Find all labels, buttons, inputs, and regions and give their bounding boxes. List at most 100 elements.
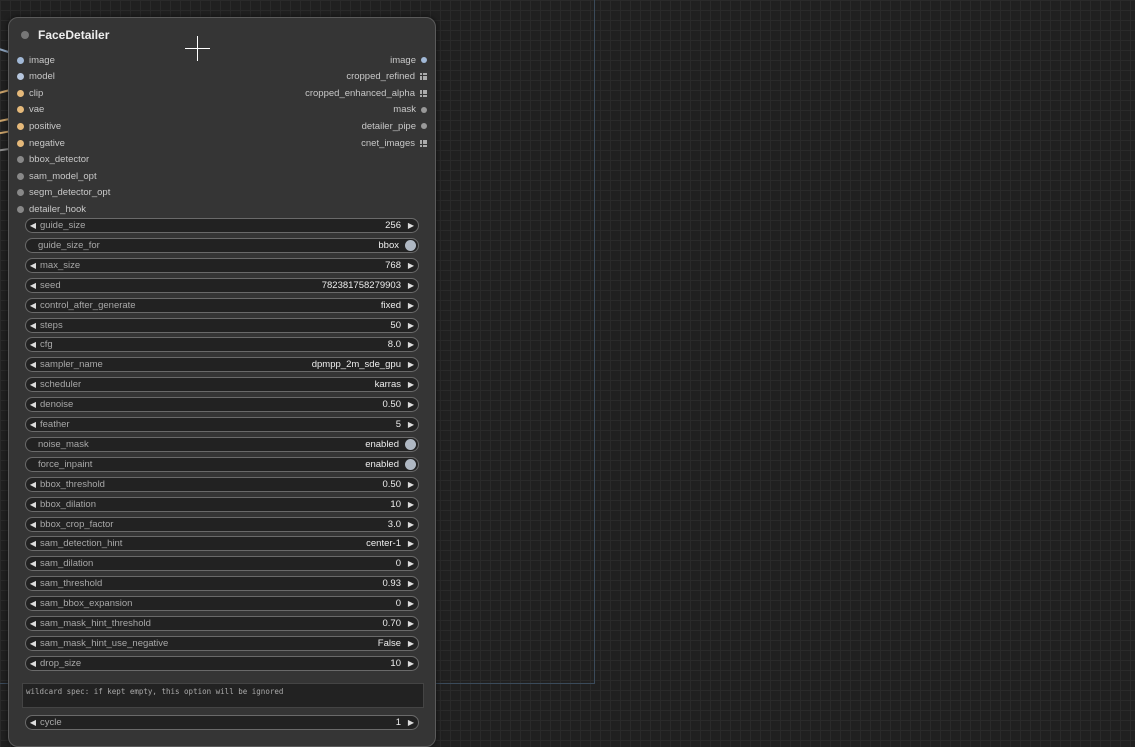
- decrement-arrow-icon[interactable]: ◀: [26, 400, 40, 409]
- node-title-bar[interactable]: FaceDetailer: [9, 18, 435, 52]
- input-slot-bbox-detector[interactable]: bbox_detector: [17, 152, 89, 168]
- increment-arrow-icon[interactable]: ▶: [404, 599, 418, 608]
- input-connector-icon[interactable]: [17, 122, 24, 130]
- decrement-arrow-icon[interactable]: ◀: [26, 539, 40, 548]
- cycle-widget[interactable]: ◀ cycle 1 ▶: [25, 715, 419, 730]
- max-size-widget[interactable]: ◀ max_size 768 ▶: [25, 257, 419, 273]
- decrement-arrow-icon[interactable]: ◀: [26, 480, 40, 489]
- increment-arrow-icon[interactable]: ▶: [404, 639, 418, 648]
- increment-arrow-icon[interactable]: ▶: [404, 539, 418, 548]
- decrement-arrow-icon[interactable]: ◀: [26, 559, 40, 568]
- bbox-crop-factor-widget[interactable]: ◀ bbox_crop_factor 3.0 ▶: [25, 516, 419, 532]
- steps-widget[interactable]: ◀ steps 50 ▶: [25, 317, 419, 333]
- output-connector-icon[interactable]: [421, 57, 427, 63]
- increment-arrow-icon[interactable]: ▶: [404, 380, 418, 389]
- increment-arrow-icon[interactable]: ▶: [404, 360, 418, 369]
- decrement-arrow-icon[interactable]: ◀: [26, 619, 40, 628]
- decrement-arrow-icon[interactable]: ◀: [26, 221, 40, 230]
- drop-size-widget[interactable]: ◀ drop_size 10 ▶: [25, 655, 419, 671]
- sam-bbox-expansion-widget[interactable]: ◀ sam_bbox_expansion 0 ▶: [25, 596, 419, 612]
- decrement-arrow-icon[interactable]: ◀: [26, 340, 40, 349]
- decrement-arrow-icon[interactable]: ◀: [26, 639, 40, 648]
- seed-widget[interactable]: ◀ seed 782381758279903 ▶: [25, 277, 419, 293]
- list-output-connector-icon[interactable]: [420, 73, 427, 81]
- input-slot-negative[interactable]: negative: [17, 135, 65, 151]
- decrement-arrow-icon[interactable]: ◀: [26, 321, 40, 330]
- increment-arrow-icon[interactable]: ▶: [404, 480, 418, 489]
- face-detailer-node[interactable]: FaceDetailer image model clip vae positive ne…: [8, 17, 436, 747]
- sampler-name-widget[interactable]: ◀ sampler_name dpmpp_2m_sde_gpu ▶: [25, 357, 419, 373]
- increment-arrow-icon[interactable]: ▶: [404, 718, 418, 727]
- guide-size-widget[interactable]: ◀ guide_size 256 ▶: [25, 218, 419, 233]
- noise-mask-widget[interactable]: noise_mask enabled: [25, 436, 419, 452]
- decrement-arrow-icon[interactable]: ◀: [26, 718, 40, 727]
- decrement-arrow-icon[interactable]: ◀: [26, 261, 40, 270]
- input-slot-clip[interactable]: clip: [17, 85, 43, 101]
- output-slot-cropped-refined[interactable]: cropped_refined: [346, 69, 427, 85]
- list-output-connector-icon[interactable]: [420, 139, 427, 147]
- sam-detection-hint-widget[interactable]: ◀ sam_detection_hint center-1 ▶: [25, 536, 419, 552]
- input-slot-image[interactable]: image: [17, 52, 55, 68]
- decrement-arrow-icon[interactable]: ◀: [26, 281, 40, 290]
- input-slot-model[interactable]: model: [17, 69, 55, 85]
- sam-mask-hint-threshold-widget[interactable]: ◀ sam_mask_hint_threshold 0.70 ▶: [25, 616, 419, 631]
- control-after-generate-widget[interactable]: ◀ control_after_generate fixed ▶: [25, 297, 419, 313]
- increment-arrow-icon[interactable]: ▶: [404, 221, 418, 230]
- scheduler-widget[interactable]: ◀ scheduler karras ▶: [25, 377, 419, 393]
- cfg-widget[interactable]: ◀ cfg 8.0 ▶: [25, 337, 419, 353]
- sam-threshold-widget[interactable]: ◀ sam_threshold 0.93 ▶: [25, 576, 419, 592]
- increment-arrow-icon[interactable]: ▶: [404, 659, 418, 668]
- input-slot-vae[interactable]: vae: [17, 102, 44, 118]
- input-slot-positive[interactable]: positive: [17, 118, 61, 134]
- decrement-arrow-icon[interactable]: ◀: [26, 659, 40, 668]
- increment-arrow-icon[interactable]: ▶: [404, 301, 418, 310]
- input-slot-detailer-hook[interactable]: detailer_hook: [17, 201, 86, 217]
- input-connector-icon[interactable]: [17, 205, 24, 213]
- increment-arrow-icon[interactable]: ▶: [404, 559, 418, 568]
- increment-arrow-icon[interactable]: ▶: [404, 520, 418, 529]
- increment-arrow-icon[interactable]: ▶: [404, 340, 418, 349]
- input-connector-icon[interactable]: [17, 56, 24, 64]
- increment-arrow-icon[interactable]: ▶: [404, 619, 418, 628]
- output-slot-image[interactable]: image: [390, 52, 427, 68]
- input-connector-icon[interactable]: [17, 89, 24, 97]
- input-slot-segm-detector-opt[interactable]: segm_detector_opt: [17, 185, 110, 201]
- input-connector-icon[interactable]: [17, 189, 24, 197]
- decrement-arrow-icon[interactable]: ◀: [26, 520, 40, 529]
- bbox-dilation-widget[interactable]: ◀ bbox_dilation 10 ▶: [25, 496, 419, 512]
- output-slot-cropped-enhanced-alpha[interactable]: cropped_enhanced_alpha: [305, 85, 427, 101]
- toggle-knob-icon[interactable]: [405, 438, 416, 450]
- increment-arrow-icon[interactable]: ▶: [404, 261, 418, 270]
- sam-mask-hint-use-negative-widget[interactable]: ◀ sam_mask_hint_use_negative False ▶: [25, 635, 419, 651]
- sam-dilation-widget[interactable]: ◀ sam_dilation 0 ▶: [25, 556, 419, 572]
- decrement-arrow-icon[interactable]: ◀: [26, 599, 40, 608]
- input-connector-icon[interactable]: [17, 139, 24, 147]
- increment-arrow-icon[interactable]: ▶: [404, 420, 418, 429]
- increment-arrow-icon[interactable]: ▶: [404, 281, 418, 290]
- increment-arrow-icon[interactable]: ▶: [404, 400, 418, 409]
- bbox-threshold-widget[interactable]: ◀ bbox_threshold 0.50 ▶: [25, 476, 419, 492]
- list-output-connector-icon[interactable]: [420, 89, 427, 97]
- increment-arrow-icon[interactable]: ▶: [404, 321, 418, 330]
- increment-arrow-icon[interactable]: ▶: [404, 579, 418, 588]
- guide-size-for-widget[interactable]: guide_size_for bbox: [25, 237, 419, 253]
- toggle-knob-icon[interactable]: [405, 239, 416, 251]
- input-connector-icon[interactable]: [17, 106, 24, 114]
- decrement-arrow-icon[interactable]: ◀: [26, 420, 40, 429]
- output-connector-icon[interactable]: [421, 106, 427, 113]
- denoise-widget[interactable]: ◀ denoise 0.50 ▶: [25, 397, 419, 413]
- increment-arrow-icon[interactable]: ▶: [404, 500, 418, 509]
- output-slot-cnet-images[interactable]: cnet_images: [361, 135, 427, 151]
- feather-widget[interactable]: ◀ feather 5 ▶: [25, 417, 419, 432]
- decrement-arrow-icon[interactable]: ◀: [26, 579, 40, 588]
- collapse-dot-icon[interactable]: [21, 31, 29, 39]
- input-connector-icon[interactable]: [17, 156, 24, 164]
- decrement-arrow-icon[interactable]: ◀: [26, 380, 40, 389]
- input-slot-sam-model-opt[interactable]: sam_model_opt: [17, 168, 97, 184]
- toggle-knob-icon[interactable]: [405, 458, 416, 470]
- input-connector-icon[interactable]: [17, 172, 24, 180]
- decrement-arrow-icon[interactable]: ◀: [26, 301, 40, 310]
- decrement-arrow-icon[interactable]: ◀: [26, 500, 40, 509]
- output-slot-detailer-pipe[interactable]: detailer_pipe: [362, 118, 427, 134]
- decrement-arrow-icon[interactable]: ◀: [26, 360, 40, 369]
